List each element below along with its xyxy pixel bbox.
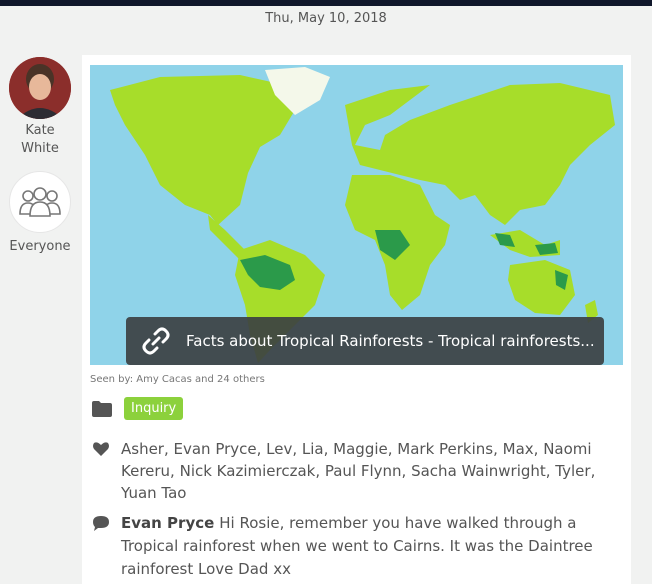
post-card: Facts about Tropical Rainforests - Tropi… [82, 55, 631, 584]
comment-icon [93, 516, 109, 531]
folder-icon [92, 400, 112, 417]
comment-author[interactable]: Evan Pryce [121, 514, 214, 532]
likes: Asher, Evan Pryce, Lev, Lia, Maggie, Mar… [92, 438, 612, 504]
seen-by[interactable]: Seen by: Amy Cacas and 24 others [90, 374, 265, 385]
audience-label: Everyone [9, 239, 71, 254]
rainforest-map-image[interactable]: Facts about Tropical Rainforests - Tropi… [90, 65, 623, 365]
link-title[interactable]: Facts about Tropical Rainforests - Tropi… [186, 332, 595, 350]
author-avatar[interactable] [9, 57, 71, 119]
author-name-first[interactable]: Kate [4, 122, 76, 140]
audience[interactable]: Everyone [0, 171, 80, 254]
post-date: Thu, May 10, 2018 [265, 11, 387, 26]
tag-inquiry[interactable]: Inquiry [124, 397, 184, 420]
comment-body: Evan Pryce Hi Rosie, remember you have wa… [121, 512, 612, 581]
heart-icon[interactable] [92, 441, 110, 457]
link-preview[interactable]: Facts about Tropical Rainforests - Tropi… [126, 317, 604, 365]
likes-list: Asher, Evan Pryce, Lev, Lia, Maggie, Mar… [121, 440, 596, 502]
tag-row: Inquiry [92, 397, 184, 420]
author[interactable]: Kate White [4, 57, 76, 158]
link-icon [136, 321, 176, 361]
comment: Evan Pryce Hi Rosie, remember you have wa… [92, 512, 612, 581]
group-icon[interactable] [9, 171, 71, 233]
author-name-last[interactable]: White [4, 140, 76, 158]
top-bar [0, 0, 652, 6]
